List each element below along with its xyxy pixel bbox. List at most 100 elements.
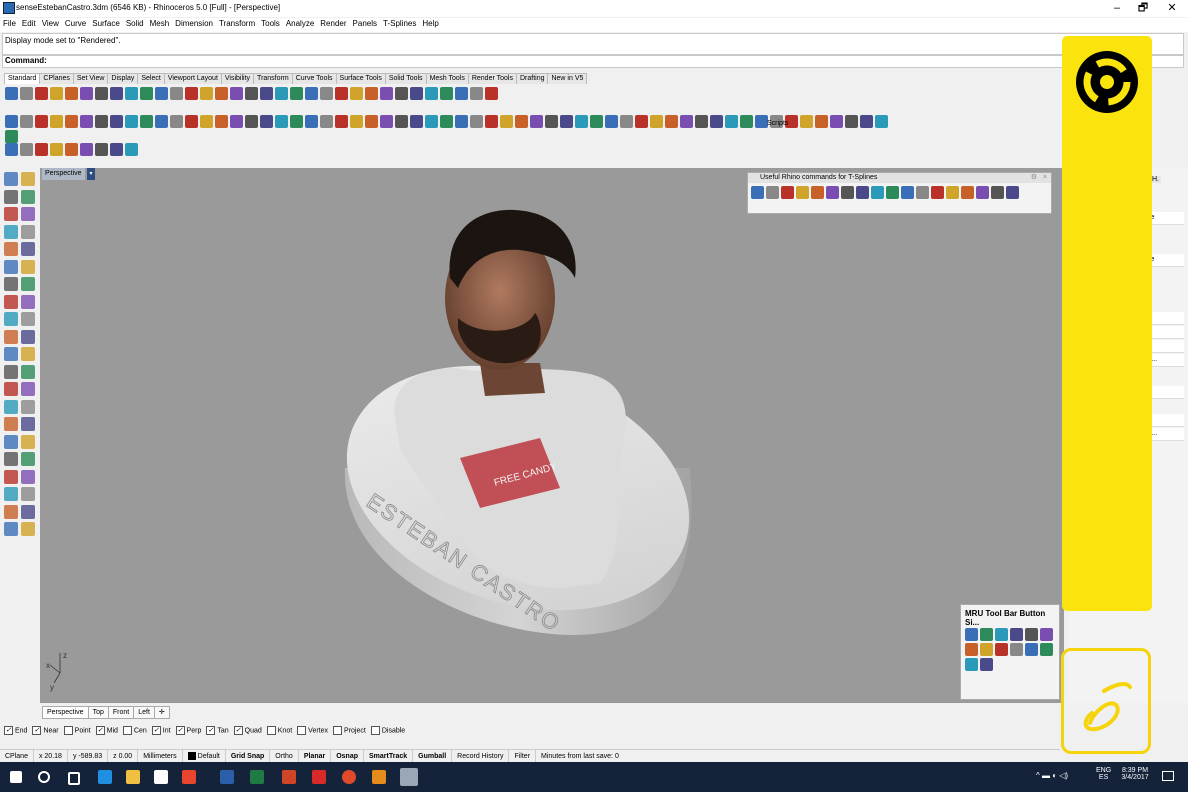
left-tool-icon[interactable] [4, 452, 18, 466]
mru-tool-icon[interactable] [995, 628, 1008, 641]
mru-tool-icon[interactable] [1040, 628, 1053, 641]
notifications-icon[interactable] [1162, 771, 1174, 781]
surface-tool-icon[interactable] [125, 115, 138, 128]
edge-browser-icon[interactable] [98, 770, 112, 784]
osnap-knot[interactable]: Knot [266, 726, 292, 736]
menu-help[interactable]: Help [419, 18, 441, 29]
surface-tool-icon[interactable] [860, 115, 873, 128]
standard-tool-icon[interactable] [110, 87, 123, 100]
standard-tool-icon[interactable] [65, 87, 78, 100]
tab-drafting[interactable]: Drafting [515, 73, 549, 84]
surface-tool-icon[interactable] [500, 115, 513, 128]
file-explorer-icon[interactable] [126, 770, 140, 784]
close-icon[interactable]: × [1043, 173, 1047, 183]
osnap-checkbox[interactable]: ✓ [175, 726, 185, 736]
tsplines-tool-icon[interactable] [901, 186, 914, 199]
osnap-checkbox[interactable] [297, 726, 307, 736]
tsplines-tool-icon[interactable] [856, 186, 869, 199]
surface-tool-icon[interactable] [710, 115, 723, 128]
standard-tool-icon[interactable] [35, 87, 48, 100]
surface-tool-icon[interactable] [485, 115, 498, 128]
tab-top[interactable]: Top [87, 706, 109, 719]
surface-tool-icon[interactable] [230, 115, 243, 128]
menu-panels[interactable]: Panels [350, 18, 380, 29]
standard-tool-icon[interactable] [395, 87, 408, 100]
surface-tool-icon[interactable] [95, 115, 108, 128]
tsplines-tool-icon[interactable] [841, 186, 854, 199]
left-tool-icon[interactable] [21, 417, 35, 431]
viewport-menu-arrow-icon[interactable]: ▾ [87, 168, 95, 180]
store-icon[interactable] [154, 770, 168, 784]
menu-render[interactable]: Render [317, 18, 349, 29]
osnap-near[interactable]: ✓ Near [32, 726, 59, 736]
surface-tool-icon[interactable] [695, 115, 708, 128]
standard-tool-icon[interactable] [350, 87, 363, 100]
left-tool-icon[interactable] [4, 364, 18, 379]
left-tool-icon[interactable] [4, 172, 18, 186]
left-tool-icon[interactable] [21, 329, 35, 344]
osnap-quad[interactable]: ✓ Quad [233, 726, 262, 736]
surface-tool-icon[interactable] [605, 115, 618, 128]
surface-tool-icon[interactable] [650, 115, 663, 128]
tsplines-tool-icon[interactable] [871, 186, 884, 199]
osnap-point[interactable]: Point [63, 726, 91, 736]
left-tool-icon[interactable] [21, 382, 35, 396]
excel-icon[interactable] [250, 770, 264, 784]
render-tool-icon[interactable] [20, 143, 33, 156]
left-tool-icon[interactable] [4, 504, 18, 519]
tab-mesh-tools[interactable]: Mesh Tools [425, 73, 469, 84]
surface-tool-icon[interactable] [305, 115, 318, 128]
surface-tool-icon[interactable] [275, 115, 288, 128]
tab-select[interactable]: Select [137, 73, 165, 84]
standard-tool-icon[interactable] [470, 87, 483, 100]
tab-new-in-v5[interactable]: New in V5 [547, 73, 588, 84]
tsplines-tool-icon[interactable] [826, 186, 839, 199]
surface-tool-icon[interactable] [875, 115, 888, 128]
surface-tool-icon[interactable] [560, 115, 573, 128]
windows-start-icon[interactable] [10, 771, 22, 783]
surface-tool-icon[interactable] [215, 115, 228, 128]
osnap-checkbox[interactable] [266, 726, 276, 736]
standard-tool-icon[interactable] [5, 87, 18, 100]
standard-tool-icon[interactable] [80, 87, 93, 100]
perspective-viewport[interactable]: FREE CANDY ESTEBAN CASTRO z x y [40, 168, 1064, 703]
menu-view[interactable]: View [39, 18, 62, 29]
standard-tool-icon[interactable] [125, 87, 138, 100]
left-tool-icon[interactable] [21, 224, 35, 239]
surface-tool-icon[interactable] [110, 115, 123, 128]
minimize-button[interactable]: – [1105, 1, 1129, 15]
surface-tool-icon[interactable] [530, 115, 543, 128]
standard-tool-icon[interactable] [365, 87, 378, 100]
left-tool-icon[interactable] [4, 522, 18, 536]
standard-tool-icon[interactable] [305, 87, 318, 100]
standard-tool-icon[interactable] [485, 87, 498, 100]
tab-display[interactable]: Display [107, 73, 139, 84]
language-indicator[interactable]: ENG ES [1096, 767, 1111, 781]
surface-tool-icon[interactable] [380, 115, 393, 128]
surface-tool-icon[interactable] [680, 115, 693, 128]
standard-tool-icon[interactable] [200, 87, 213, 100]
chrome-icon[interactable] [342, 770, 356, 784]
rhino-taskbar-icon[interactable] [400, 768, 418, 786]
render-tool-icon[interactable] [35, 143, 48, 156]
left-tool-icon[interactable] [4, 277, 18, 291]
office-icon[interactable] [182, 770, 196, 784]
mru-tool-icon[interactable] [1040, 643, 1053, 656]
mru-tool-icon[interactable] [1025, 643, 1038, 656]
tsplines-tool-icon[interactable] [916, 186, 929, 199]
surface-tool-icon[interactable] [80, 115, 93, 128]
standard-tool-icon[interactable] [155, 87, 168, 100]
surface-tool-icon[interactable] [620, 115, 633, 128]
search-icon[interactable] [38, 771, 50, 783]
tray-icons[interactable]: ^ ▬ ◐ ◁) [1036, 771, 1068, 780]
left-tool-icon[interactable] [21, 294, 35, 309]
tsplines-tool-icon[interactable] [751, 186, 764, 199]
surface-tool-icon[interactable] [35, 115, 48, 128]
tsplines-tool-icon[interactable] [796, 186, 809, 199]
gear-icon[interactable]: ⚙ [1031, 173, 1037, 183]
tab-standard[interactable]: Standard [4, 73, 41, 84]
left-tool-icon[interactable] [4, 347, 18, 361]
standard-tool-icon[interactable] [380, 87, 393, 100]
surface-tool-icon[interactable] [365, 115, 378, 128]
tsplines-tool-icon[interactable] [766, 186, 779, 199]
